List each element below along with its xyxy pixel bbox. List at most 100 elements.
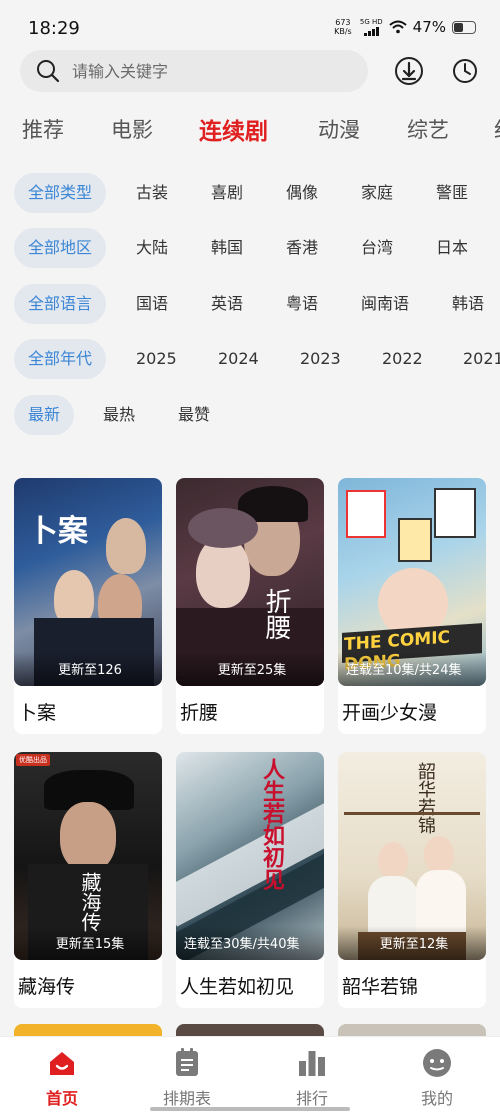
download-button[interactable] <box>394 56 424 86</box>
show-card[interactable]: 折腰 更新至25集 折腰 <box>176 478 324 734</box>
episode-status: 更新至25集 <box>217 663 287 678</box>
episode-status: 连载至10集/共24集 <box>346 663 462 678</box>
show-title: 韶华若锦 <box>342 976 419 998</box>
history-icon <box>453 59 477 83</box>
show-card[interactable]: THE COMIC DONG 连载至10集/共24集 开画少女漫 <box>338 478 486 734</box>
filter-option[interactable]: 偶像 <box>286 173 318 213</box>
show-card[interactable]: 人生若如初见 连载至30集/共40集 人生若如初见 <box>176 752 324 1008</box>
filter-option[interactable]: 香港 <box>286 228 318 268</box>
tab-variety[interactable]: 综艺 <box>407 114 449 144</box>
nav-label: 排行 <box>295 1089 328 1108</box>
history-button[interactable] <box>450 56 480 86</box>
filter-option[interactable]: 2021 <box>463 339 500 379</box>
filter-option[interactable]: 家庭 <box>361 173 393 213</box>
battery-icon <box>452 20 476 34</box>
show-poster: 卜案 更新至126 <box>14 478 162 686</box>
home-icon <box>46 1047 78 1079</box>
episode-status: 更新至126 <box>58 663 122 678</box>
filter-type-all[interactable]: 全部类型 <box>14 173 107 213</box>
poster-title-text: 藏海传 <box>78 872 102 932</box>
sort-latest[interactable]: 最新 <box>14 395 75 435</box>
filter-option[interactable]: 古装 <box>136 173 168 213</box>
show-card[interactable]: 卜案 更新至126 卜案 <box>14 478 162 734</box>
download-icon <box>395 57 423 85</box>
filter-option[interactable]: 2024 <box>218 339 259 379</box>
nav-label: 首页 <box>45 1089 78 1108</box>
search-icon <box>37 60 60 83</box>
network-speed-unit: KB/s <box>334 27 352 36</box>
filter-option[interactable]: 2025 <box>136 339 177 379</box>
show-title: 开画少女漫 <box>342 702 438 724</box>
filter-option[interactable]: 大陆 <box>136 228 168 268</box>
filter-option[interactable]: 粤语 <box>286 284 318 324</box>
show-poster: 折腰 更新至25集 <box>176 478 324 686</box>
filter-option[interactable]: 日本 <box>436 228 468 268</box>
filter-region-all[interactable]: 全部地区 <box>14 228 107 268</box>
filter-row-sort: 最新 最热 最赞 <box>0 395 500 437</box>
category-tabs: 推荐 电影 连续剧 动漫 综艺 纪 <box>0 108 500 154</box>
signal-icon: 5G HD <box>359 17 383 36</box>
schedule-icon <box>171 1047 203 1079</box>
episode-status: 更新至12集 <box>379 937 449 952</box>
filter-option[interactable]: 2022 <box>382 339 423 379</box>
filter-option[interactable]: 2023 <box>300 339 341 379</box>
show-poster: 优酷出品 藏海传 更新至15集 <box>14 752 162 960</box>
poster-title-text: 折腰 <box>261 588 291 640</box>
poster-title-text: 卜案 <box>28 514 88 549</box>
wifi-icon <box>388 20 407 34</box>
show-title: 折腰 <box>180 702 219 724</box>
nav-profile[interactable]: 我的 <box>387 1047 487 1109</box>
show-card[interactable]: 优酷出品 藏海传 更新至15集 藏海传 <box>14 752 162 1008</box>
bottom-nav: 首页 排期表 排行 我的 <box>0 1036 500 1115</box>
nav-schedule[interactable]: 排期表 <box>137 1047 237 1109</box>
poster-title-text: 人生若如初见 <box>259 758 285 890</box>
profile-icon <box>421 1047 453 1079</box>
nav-home[interactable]: 首页 <box>12 1047 112 1109</box>
filter-option[interactable]: 闽南语 <box>361 284 409 324</box>
battery-percent: 47% <box>412 18 446 36</box>
filter-language-all[interactable]: 全部语言 <box>14 284 107 324</box>
nav-label: 我的 <box>420 1089 453 1108</box>
filter-row-region: 全部地区 大陆 韩国 香港 台湾 日本 <box>0 228 500 270</box>
show-poster: 韶华若锦 更新至12集 <box>338 752 486 960</box>
filter-row-language: 全部语言 国语 英语 粤语 闽南语 韩语 <box>0 284 500 326</box>
producer-badge: 优酷出品 <box>16 754 50 766</box>
filter-year-all[interactable]: 全部年代 <box>14 339 107 379</box>
home-indicator <box>150 1107 350 1111</box>
show-card[interactable]: 韶华若锦 更新至12集 韶华若锦 <box>338 752 486 1008</box>
filter-row-type: 全部类型 古装 喜剧 偶像 家庭 警匪 <box>0 173 500 215</box>
filter-option[interactable]: 韩语 <box>452 284 484 324</box>
nav-ranking[interactable]: 排行 <box>262 1047 362 1109</box>
episode-status: 更新至15集 <box>55 937 125 952</box>
filter-option[interactable]: 喜剧 <box>211 173 243 213</box>
episode-status: 连载至30集/共40集 <box>184 937 300 952</box>
signal-label: 5G HD <box>359 17 383 26</box>
sort-option[interactable]: 最赞 <box>178 395 210 435</box>
show-title: 卜案 <box>18 702 57 724</box>
tab-recommend[interactable]: 推荐 <box>22 114 64 144</box>
tab-movies[interactable]: 电影 <box>111 114 153 144</box>
status-indicators: 673 KB/s 5G HD 47% <box>332 18 476 36</box>
tab-anime[interactable]: 动漫 <box>318 114 360 144</box>
status-bar: 18:29 673 KB/s 5G HD 47% <box>0 0 500 52</box>
show-title: 藏海传 <box>18 976 76 998</box>
tab-series[interactable]: 连续剧 <box>199 112 268 146</box>
filter-option[interactable]: 台湾 <box>361 228 393 268</box>
ranking-icon <box>296 1047 328 1079</box>
tab-documentary[interactable]: 纪 <box>494 114 500 144</box>
filter-option[interactable]: 英语 <box>211 284 243 324</box>
nav-label: 排期表 <box>162 1089 211 1108</box>
show-poster: 人生若如初见 连载至30集/共40集 <box>176 752 324 960</box>
status-time: 18:29 <box>28 18 80 39</box>
search-input[interactable] <box>72 61 332 81</box>
filter-option[interactable]: 韩国 <box>211 228 243 268</box>
show-title: 人生若如初见 <box>180 976 295 998</box>
filter-option[interactable]: 国语 <box>136 284 168 324</box>
search-bar[interactable] <box>20 50 368 92</box>
filter-option[interactable]: 警匪 <box>436 173 468 213</box>
sort-option[interactable]: 最热 <box>103 395 135 435</box>
network-speed: 673 KB/s <box>332 18 354 36</box>
show-poster: THE COMIC DONG 连载至10集/共24集 <box>338 478 486 686</box>
filter-row-year: 全部年代 2025 2024 2023 2022 2021 <box>0 339 500 381</box>
network-speed-value: 673 <box>335 18 351 27</box>
